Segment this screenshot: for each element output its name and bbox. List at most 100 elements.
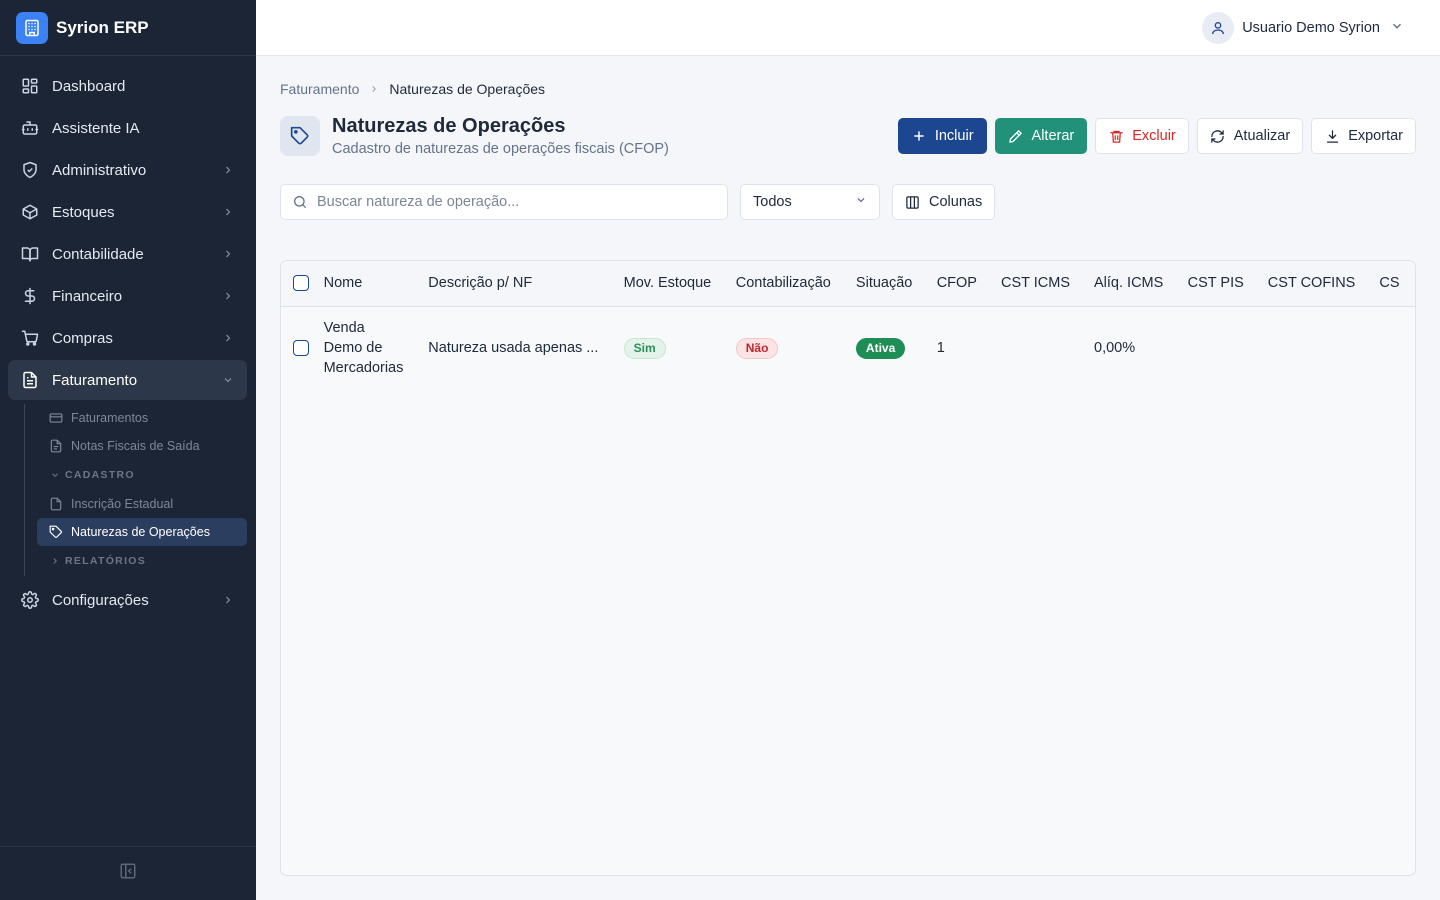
faturamento-subnav: Faturamentos Notas Fiscais de Saída CADA…	[24, 404, 247, 576]
row-checkbox[interactable]	[293, 340, 309, 357]
breadcrumb-link[interactable]: Faturamento	[280, 81, 359, 97]
sidebar-subitem-notas-fiscais[interactable]: Notas Fiscais de Saída	[37, 432, 247, 460]
search-input[interactable]	[317, 194, 717, 210]
sidebar-subitem-label: Naturezas de Operações	[71, 525, 210, 539]
sidebar-nav: Dashboard Assistente IA Administrativo E…	[0, 56, 256, 620]
sidebar-item-dashboard[interactable]: Dashboard	[8, 66, 247, 106]
chevron-right-icon	[221, 593, 235, 607]
sidebar-item-contabilidade[interactable]: Contabilidade	[8, 234, 247, 274]
column-header-contabilizacao[interactable]: Contabilização	[724, 261, 844, 306]
cell-contabilizacao: Não	[724, 306, 844, 390]
alterar-button[interactable]: Alterar	[994, 118, 1088, 154]
sidebar-item-estoques[interactable]: Estoques	[8, 192, 247, 232]
page-header: Naturezas de Operações Cadastro de natur…	[280, 115, 1416, 160]
brand-name: Syrion ERP	[56, 17, 149, 37]
columns-button[interactable]: Colunas	[892, 184, 996, 220]
table-header-row: Nome Descrição p/ NF Mov. Estoque Contab…	[281, 261, 1415, 306]
plus-icon	[911, 128, 927, 144]
column-header-nome[interactable]: Nome	[312, 261, 417, 306]
table-row[interactable]: Venda Demo de Mercadorias Natureza usada…	[281, 306, 1415, 390]
cell-cst-icms	[989, 306, 1082, 390]
sidebar-item-label: Compras	[52, 329, 113, 347]
exportar-label: Exportar	[1348, 128, 1403, 144]
sidebar-item-administrativo[interactable]: Administrativo	[8, 150, 247, 190]
sidebar-subitem-faturamentos[interactable]: Faturamentos	[37, 404, 247, 432]
select-all-cell	[281, 261, 312, 306]
chevron-down-icon	[221, 373, 235, 387]
column-header-cfop[interactable]: CFOP	[925, 261, 989, 306]
sidebar-item-assistente-ia[interactable]: Assistente IA	[8, 108, 247, 148]
sidebar-subitem-label: Faturamentos	[71, 411, 149, 425]
sidebar-item-financeiro[interactable]: Financeiro	[8, 276, 247, 316]
page-subtitle: Cadastro de naturezas de operações fisca…	[332, 141, 669, 157]
refresh-icon	[1210, 128, 1226, 144]
sidebar-group-relatorios[interactable]: RELATÓRIOS	[37, 546, 247, 576]
incluir-button[interactable]: Incluir	[897, 118, 987, 154]
sidebar-subitem-inscricao-estadual[interactable]: Inscrição Estadual	[37, 490, 247, 518]
file-icon	[49, 497, 63, 511]
column-header-situacao[interactable]: Situação	[844, 261, 925, 306]
status-select[interactable]: Todos	[740, 184, 880, 220]
atualizar-button[interactable]: Atualizar	[1196, 118, 1304, 154]
search-box[interactable]	[280, 184, 728, 220]
user-menu[interactable]: Usuario Demo Syrion	[1202, 12, 1404, 44]
sidebar-group-label: RELATÓRIOS	[65, 555, 147, 567]
sidebar-item-label: Contabilidade	[52, 245, 144, 263]
breadcrumb-current: Naturezas de Operações	[389, 81, 546, 97]
atualizar-label: Atualizar	[1233, 128, 1291, 144]
column-header-cst-icms[interactable]: CST ICMS	[989, 261, 1082, 306]
chevron-down-icon	[49, 469, 61, 481]
cell-situacao: Ativa	[844, 306, 925, 390]
row-select-cell	[281, 306, 312, 390]
sidebar-group-label: CADASTRO	[65, 469, 135, 481]
column-header-aliq-icms[interactable]: Alíq. ICMS	[1082, 261, 1176, 306]
column-header-cst-cofins[interactable]: CST COFINS	[1256, 261, 1368, 306]
column-header-cs[interactable]: CS	[1367, 261, 1415, 306]
chevron-right-icon	[221, 331, 235, 345]
sidebar-subitem-naturezas-operacoes[interactable]: Naturezas de Operações	[37, 518, 247, 546]
sidebar-item-label: Dashboard	[52, 77, 126, 95]
status-select-value: Todos	[753, 194, 792, 210]
file-icon	[49, 439, 63, 453]
alterar-label: Alterar	[1031, 128, 1075, 144]
incluir-label: Incluir	[934, 128, 974, 144]
column-header-descricao[interactable]: Descrição p/ NF	[416, 261, 611, 306]
sidebar-item-faturamento[interactable]: Faturamento	[8, 360, 247, 400]
select-all-checkbox[interactable]	[293, 275, 309, 292]
cell-aliq-icms: 0,00%	[1094, 340, 1136, 357]
column-header-mov-estoque[interactable]: Mov. Estoque	[612, 261, 724, 306]
brand[interactable]: Syrion ERP	[0, 0, 256, 56]
sidebar-subitem-label: Notas Fiscais de Saída	[71, 439, 200, 453]
columns-icon	[905, 194, 921, 210]
exportar-button[interactable]: Exportar	[1311, 118, 1416, 154]
sidebar-collapse-button[interactable]	[0, 846, 256, 900]
sidebar-item-configuracoes[interactable]: Configurações	[8, 580, 247, 620]
chevron-right-icon	[221, 289, 235, 303]
status-badge: Não	[735, 337, 779, 359]
tag-icon	[49, 525, 63, 539]
bot-icon	[20, 118, 40, 138]
toolbar-actions: Incluir Alterar Excluir Atualizar Export…	[897, 118, 1416, 154]
box-icon	[20, 202, 40, 222]
sidebar-group-cadastro[interactable]: CADASTRO	[37, 460, 247, 490]
dollar-icon	[20, 286, 40, 306]
cell-mov-estoque: Sim	[612, 306, 724, 390]
sidebar: Syrion ERP Dashboard Assistente IA Admin…	[0, 0, 256, 900]
data-table: Nome Descrição p/ NF Mov. Estoque Contab…	[280, 260, 1416, 876]
shield-icon	[20, 160, 40, 180]
cell-cfop: 1	[936, 340, 945, 357]
cell-descricao: Natureza usada apenas ...	[428, 340, 599, 357]
sidebar-item-label: Financeiro	[52, 287, 123, 305]
status-badge: Ativa	[855, 337, 906, 359]
trash-icon	[1108, 128, 1124, 144]
file-text-icon	[20, 370, 40, 390]
sidebar-item-compras[interactable]: Compras	[8, 318, 247, 358]
cell-cst-cofins	[1256, 306, 1368, 390]
dashboard-icon	[20, 76, 40, 96]
chevron-right-icon	[221, 205, 235, 219]
columns-label: Colunas	[929, 194, 983, 210]
book-icon	[20, 244, 40, 264]
column-header-cst-pis[interactable]: CST PIS	[1176, 261, 1256, 306]
user-name: Usuario Demo Syrion	[1242, 20, 1380, 36]
excluir-button[interactable]: Excluir	[1095, 118, 1189, 154]
